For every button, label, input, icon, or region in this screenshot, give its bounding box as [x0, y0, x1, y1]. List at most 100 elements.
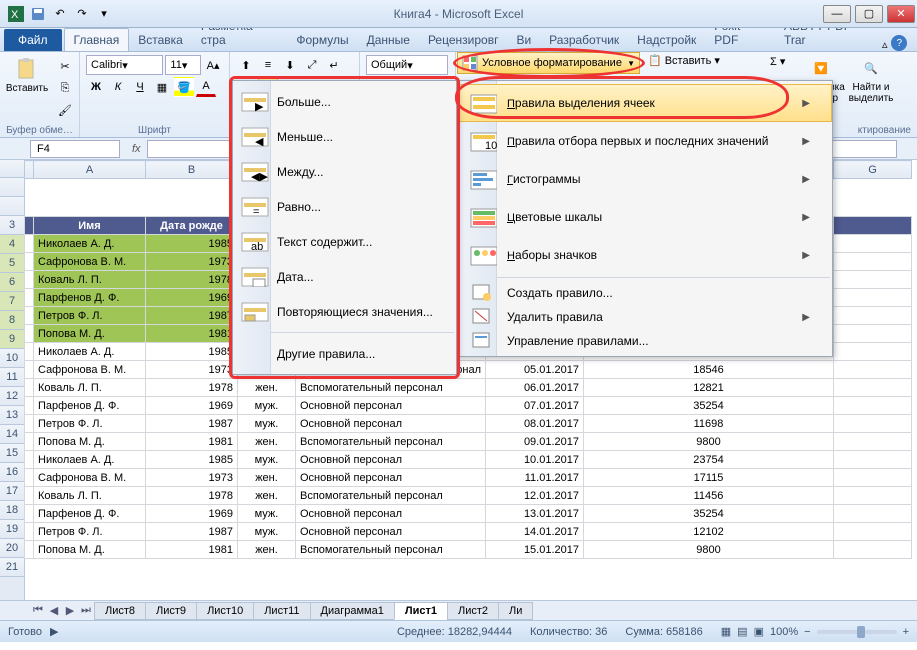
- orientation-icon[interactable]: ⤢: [302, 55, 322, 75]
- zoom-slider[interactable]: [817, 630, 897, 634]
- tab-review[interactable]: Рецензировг: [419, 29, 508, 51]
- sheet-tab[interactable]: Лист10: [196, 602, 254, 620]
- minimize-button[interactable]: —: [823, 5, 851, 23]
- sheet-tab[interactable]: Лист8: [94, 602, 146, 620]
- view-break-icon[interactable]: ▣: [754, 625, 764, 638]
- font-size-combo[interactable]: 11 ▾: [165, 55, 201, 75]
- tab-data[interactable]: Данные: [358, 29, 419, 51]
- zoom-in-icon[interactable]: +: [903, 626, 909, 638]
- status-average: Среднее: 18282,94444: [397, 626, 512, 638]
- view-layout-icon[interactable]: ▤: [737, 625, 747, 638]
- table-row[interactable]: Попова М. Д. 1981 жен. Вспомогательный п…: [25, 541, 912, 559]
- menu-item-databar[interactable]: Гистограммы ▶: [459, 160, 832, 198]
- menu-item-new[interactable]: Создать правило...: [459, 281, 832, 305]
- svg-text:ab: ab: [251, 241, 263, 252]
- menu-item-del[interactable]: Удалить правила ▶: [459, 305, 832, 329]
- menu-item-eq[interactable]: = Равно...: [233, 189, 456, 224]
- menu-item-lt[interactable]: ◀ Меньше...: [233, 119, 456, 154]
- menu-item-colorscale[interactable]: Цветовые шкалы ▶: [459, 198, 832, 236]
- clipboard-group-label: Буфер обме…: [0, 125, 79, 136]
- table-row[interactable]: Парфенов Д. Ф. 1969 муж. Основной персон…: [25, 397, 912, 415]
- tab-developer[interactable]: Разработчик: [540, 29, 628, 51]
- autosum-icon[interactable]: Σ ▾: [770, 55, 785, 68]
- tab-home[interactable]: Главная: [64, 28, 130, 51]
- menu-item-between[interactable]: ◀▶ Между...: [233, 154, 456, 189]
- sheet-tab[interactable]: Диаграмма1: [310, 602, 395, 620]
- zoom-out-icon[interactable]: −: [804, 626, 810, 638]
- undo-icon[interactable]: ↶: [52, 6, 68, 22]
- find-select-button[interactable]: 🔍Найти и выделить: [850, 54, 892, 106]
- font-name-combo[interactable]: Calibri ▾: [86, 55, 163, 75]
- number-format-combo[interactable]: Общий ▾: [366, 55, 448, 75]
- sheet-nav-next-icon[interactable]: ▶: [62, 603, 78, 619]
- redo-icon[interactable]: ↷: [74, 6, 90, 22]
- tab-addins[interactable]: Надстройк: [628, 29, 705, 51]
- align-bot-icon[interactable]: ⬇: [280, 55, 300, 75]
- macros-icon[interactable]: ▶: [50, 625, 58, 638]
- menu-item-other-rules[interactable]: Другие правила...: [233, 336, 456, 371]
- table-row[interactable]: Коваль Л. П. 1978 жен. Вспомогательный п…: [25, 487, 912, 505]
- fill-color-icon[interactable]: 🪣: [174, 77, 194, 97]
- fx-icon[interactable]: fx: [132, 143, 141, 155]
- sheet-tab[interactable]: Ли: [498, 602, 533, 620]
- name-box[interactable]: F4: [30, 140, 120, 158]
- wrap-text-icon[interactable]: ↵: [324, 55, 344, 75]
- zoom-level[interactable]: 100%: [770, 626, 798, 638]
- border-icon[interactable]: ▦: [152, 77, 172, 97]
- table-row[interactable]: Николаев А. Д. 1985 муж. Основной персон…: [25, 451, 912, 469]
- menu-item-date[interactable]: Дата...: [233, 259, 456, 294]
- tab-formulas[interactable]: Формулы: [287, 29, 357, 51]
- bold-button[interactable]: Ж: [86, 77, 106, 97]
- svg-text:▶: ▶: [255, 101, 264, 112]
- table-row[interactable]: Коваль Л. П. 1978 жен. Вспомогательный п…: [25, 379, 912, 397]
- maximize-button[interactable]: ▢: [855, 5, 883, 23]
- excel-icon[interactable]: X: [8, 6, 24, 22]
- insert-cells-button[interactable]: 📋 Вставить ▾: [648, 54, 720, 67]
- sheet-nav-prev-icon[interactable]: ◀: [46, 603, 62, 619]
- sheet-nav-first-icon[interactable]: ⏮: [30, 603, 46, 619]
- menu-item-iconset[interactable]: Наборы значков ▶: [459, 236, 832, 274]
- sheet-tab[interactable]: Лист2: [447, 602, 499, 620]
- help-icon[interactable]: ?: [891, 35, 907, 51]
- tab-view[interactable]: Ви: [507, 29, 540, 51]
- sheet-tab[interactable]: Лист11: [253, 602, 310, 620]
- table-row[interactable]: Сафронова В. М. 1973 онал 05.01.2017 185…: [25, 361, 912, 379]
- conditional-formatting-button[interactable]: Условное форматирование ▼: [457, 52, 640, 74]
- copy-icon[interactable]: ⎘: [55, 78, 75, 98]
- format-painter-icon[interactable]: 🖌: [55, 100, 75, 120]
- iconset-icon: [463, 243, 503, 267]
- menu-item-top10[interactable]: 10 Правила отбора первых и последних зна…: [459, 122, 832, 160]
- font-color-icon[interactable]: A: [196, 77, 216, 97]
- align-top-icon[interactable]: ⬆: [236, 55, 256, 75]
- italic-button[interactable]: К: [108, 77, 128, 97]
- view-normal-icon[interactable]: ▦: [721, 625, 731, 638]
- table-row[interactable]: Петров Ф. Л. 1987 муж. Основной персонал…: [25, 523, 912, 541]
- underline-button[interactable]: Ч: [130, 77, 150, 97]
- table-row[interactable]: Петров Ф. Л. 1987 муж. Основной персонал…: [25, 415, 912, 433]
- paste-button[interactable]: Вставить: [6, 55, 48, 96]
- between-icon: ◀▶: [237, 160, 273, 184]
- table-row[interactable]: Парфенов Д. Ф. 1969 муж. Основной персон…: [25, 505, 912, 523]
- qat-more-icon[interactable]: ▾: [96, 6, 112, 22]
- align-mid-icon[interactable]: ≡: [258, 55, 278, 75]
- menu-item-manage[interactable]: Управление правилами...: [459, 329, 832, 353]
- window-title: Книга4 - Microsoft Excel: [394, 7, 524, 21]
- save-icon[interactable]: [30, 6, 46, 22]
- tab-insert[interactable]: Вставка: [129, 29, 192, 51]
- ribbon-min-icon[interactable]: ▵: [882, 38, 888, 51]
- sheet-tab[interactable]: Лист9: [145, 602, 197, 620]
- menu-item-text[interactable]: ab Текст содержит...: [233, 224, 456, 259]
- close-button[interactable]: ✕: [887, 5, 915, 23]
- menu-item-gt[interactable]: ▶ Больше...: [233, 84, 456, 119]
- sheet-tab-bar: ⏮ ◀ ▶ ⏭ Лист8Лист9Лист10Лист11Диаграмма1…: [0, 600, 917, 620]
- table-row[interactable]: Сафронова В. М. 1973 жен. Основной персо…: [25, 469, 912, 487]
- tab-file[interactable]: Файл: [4, 29, 62, 51]
- dup-icon: [237, 300, 273, 324]
- grow-font-icon[interactable]: A▴: [203, 55, 223, 75]
- table-row[interactable]: Попова М. Д. 1981 жен. Вспомогательный п…: [25, 433, 912, 451]
- menu-item-dup[interactable]: Повторяющиеся значения...: [233, 294, 456, 329]
- sheet-nav-last-icon[interactable]: ⏭: [78, 603, 94, 619]
- cut-icon[interactable]: ✂: [55, 56, 75, 76]
- sheet-tab[interactable]: Лист1: [394, 602, 448, 620]
- menu-item-highlight[interactable]: Правила выделения ячеек ▶: [459, 84, 832, 122]
